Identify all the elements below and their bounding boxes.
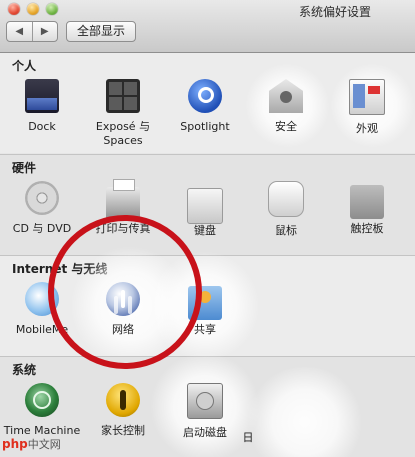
show-all-button[interactable]: 全部显示: [66, 21, 137, 42]
zoom-button[interactable]: [46, 3, 58, 15]
pane-cd-dvd[interactable]: CD 与 DVD: [1, 181, 83, 236]
forward-button[interactable]: ▶: [31, 22, 58, 41]
back-button[interactable]: ◀: [7, 22, 32, 41]
security-icon: [269, 79, 303, 113]
pane-keyboard[interactable]: 键盘: [164, 181, 246, 238]
section-personal: 个人 Dock Exposé 与 Spaces Spotlight 安全 外观: [0, 53, 415, 153]
section-title-system: 系统: [12, 363, 37, 377]
appearance-icon: [349, 79, 385, 115]
time-machine-icon: [25, 383, 59, 417]
close-button[interactable]: [8, 3, 20, 15]
section-title-personal: 个人: [12, 59, 37, 73]
pane-expose-spaces[interactable]: Exposé 与 Spaces: [82, 79, 164, 148]
trackpad-icon: [350, 185, 384, 219]
mouse-icon: [268, 181, 304, 217]
system-preferences-window: 系统偏好设置 ◀ ▶ 全部显示 个人 Dock Exposé 与 Spaces …: [0, 0, 415, 457]
pane-label: Exposé 与 Spaces: [95, 120, 151, 147]
title-bar: 系统偏好设置 ◀ ▶ 全部显示: [0, 0, 415, 53]
pane-mouse[interactable]: 鼠标: [245, 181, 327, 238]
pane-parental-controls[interactable]: 家长控制: [82, 383, 164, 438]
pane-label: 家长控制: [101, 424, 145, 437]
parental-controls-icon: [106, 383, 140, 417]
cd-dvd-icon: [25, 181, 59, 215]
section-hardware: 硬件 CD 与 DVD 打印与传真 键盘 鼠标 触控板: [0, 154, 415, 255]
pane-label: Dock: [28, 120, 56, 133]
pane-label: CD 与 DVD: [12, 222, 72, 235]
pane-dock[interactable]: Dock: [1, 79, 83, 134]
pane-label: 安全: [275, 120, 297, 133]
pane-label: 外观: [356, 122, 378, 135]
back-forward-control: ◀ ▶: [6, 21, 58, 42]
pane-appearance[interactable]: 外观: [326, 79, 408, 136]
pane-label: Spotlight: [180, 120, 230, 133]
pane-security[interactable]: 安全: [245, 79, 327, 134]
pane-label: 触控板: [350, 222, 384, 235]
startup-disk-icon: [187, 383, 223, 419]
window-title: 系统偏好设置: [298, 5, 371, 19]
watermark: php中文网: [2, 436, 61, 452]
watermark-brand: php: [2, 437, 28, 451]
expose-icon: [106, 79, 140, 113]
section-title-hardware: 硬件: [12, 161, 37, 175]
pane-trackpad[interactable]: 触控板: [326, 181, 408, 236]
keyboard-icon: [187, 188, 223, 224]
section-system: 系统 Time Machine 家长控制 启动磁盘 日: [0, 352, 415, 457]
pane-date-time[interactable]: 日: [228, 383, 268, 445]
watermark-site: 中文网: [27, 438, 61, 451]
pane-label: 鼠标: [275, 224, 297, 237]
pane-time-machine[interactable]: Time Machine: [1, 383, 83, 438]
highlight-circle-annotation: [48, 215, 202, 369]
dock-icon: [25, 79, 59, 113]
pane-spotlight[interactable]: Spotlight: [164, 79, 246, 134]
minimize-button[interactable]: [27, 3, 39, 15]
pane-label: 日: [242, 431, 254, 444]
spotlight-icon: [188, 79, 222, 113]
